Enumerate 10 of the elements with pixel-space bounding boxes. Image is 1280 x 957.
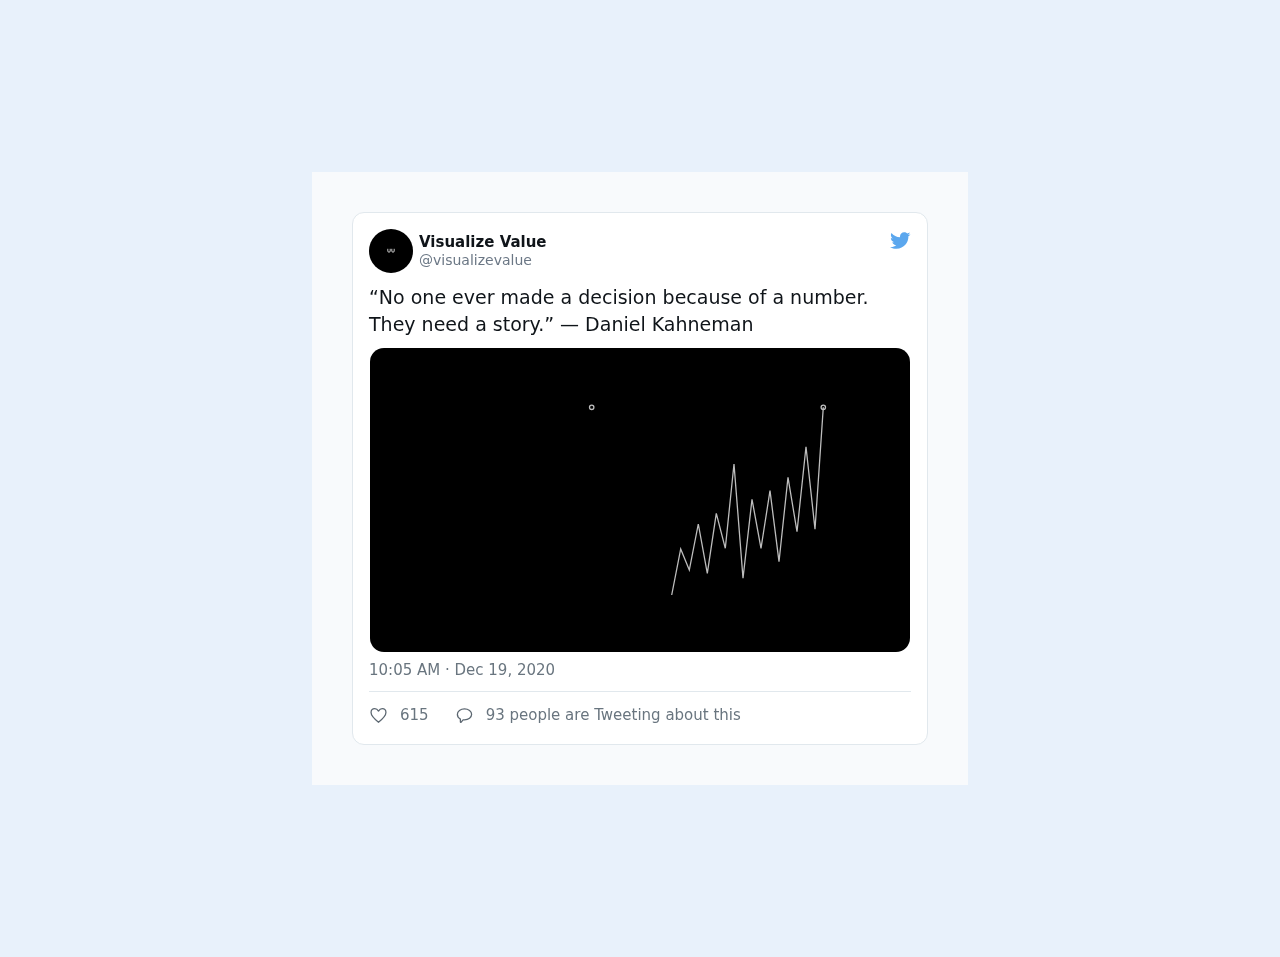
tweet-text: “No one ever made a decision because of a number. They need a story.” — Daniel Kahneman <box>369 285 870 337</box>
tweet-timestamp[interactable]: 10:05 AM · Dec 19, 2020 <box>369 660 911 680</box>
bird-logo-icon[interactable] <box>889 232 911 250</box>
conversation-link[interactable]: 93 people are Tweeting about this <box>485 705 741 725</box>
speech-bubble-icon[interactable] <box>454 705 474 725</box>
heart-icon[interactable] <box>369 705 388 725</box>
like-count[interactable]: 615 <box>400 705 429 725</box>
author-handle[interactable]: @visualizevalue <box>419 251 883 269</box>
avatar-logo-icon <box>369 229 413 273</box>
author-name[interactable]: Visualize Value <box>419 233 883 251</box>
